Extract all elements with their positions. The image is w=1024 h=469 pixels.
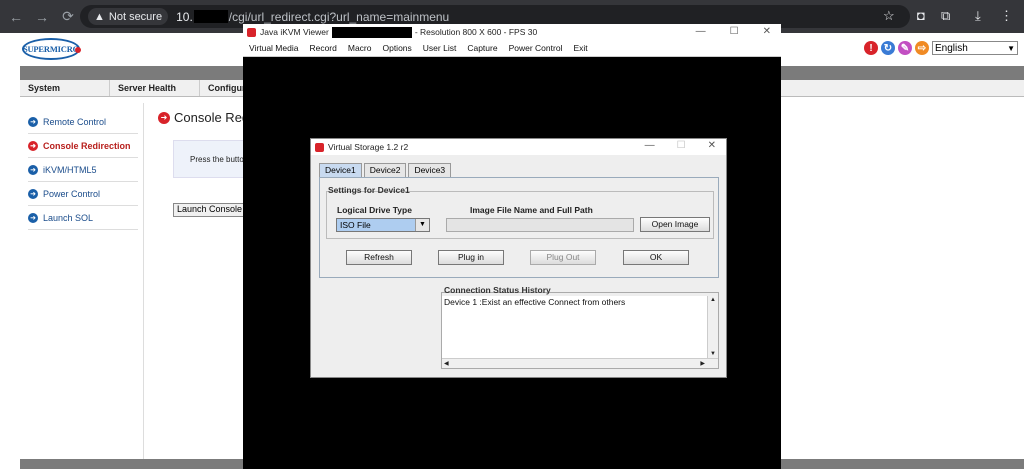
menu-virtual-media[interactable]: Virtual Media [249,43,298,53]
menu-capture[interactable]: Capture [467,43,497,53]
tab-device2[interactable]: Device2 [363,163,407,177]
history-label: Connection Status History [444,285,551,295]
scroll-right-icon[interactable]: ▶ [700,360,705,367]
sidebar-item-launch-sol[interactable]: ➜ Launch SOL [28,206,138,230]
scroll-up-icon[interactable]: ▲ [710,297,716,303]
minimize-icon[interactable]: — [696,26,706,37]
kvm-title-bar: Java iKVM Viewer - Resolution 800 X 600 … [243,24,781,40]
alert-icon[interactable]: ! [864,41,878,55]
shield-extension-icon[interactable]: ◘ [917,8,925,23]
header-actions: ! ↻ ✎ ⇨ English ▼ [864,41,1018,55]
vertical-scrollbar[interactable]: ▲ ▼ [707,296,718,358]
image-path-label: Image File Name and Full Path [470,205,593,215]
refresh-button[interactable]: Refresh [346,250,412,265]
supermicro-logo: SUPERMICRO [22,38,81,60]
arrow-right-icon: ➜ [28,164,38,175]
menu-server-health[interactable]: Server Health [110,80,200,96]
extensions-icon[interactable]: ⧉ [941,8,950,24]
history-text: Device 1 :Exist an effective Connect fro… [442,296,707,358]
sidebar-item-remote-control[interactable]: ➜ Remote Control [28,110,138,134]
url-host: 10. [176,9,193,24]
menu-options[interactable]: Options [382,43,411,53]
arrow-right-icon: ➜ [28,188,38,199]
chevron-down-icon: ▼ [415,219,429,231]
info-box: Press the button [173,140,253,178]
language-select[interactable]: English ▼ [932,41,1018,55]
java-icon [315,142,324,152]
arrow-right-icon: ➜ [158,111,170,124]
close-icon[interactable]: ✕ [708,140,716,151]
security-chip[interactable]: ▲ Not secure [88,8,169,25]
back-icon[interactable]: ← [6,9,26,25]
vs-title-bar: Virtual Storage 1.2 r2 — ☐ ✕ [311,139,726,155]
scroll-down-icon[interactable]: ▼ [710,351,716,357]
sidebar-item-power-control[interactable]: ➜ Power Control [28,182,138,206]
forward-icon[interactable]: → [32,9,52,25]
minimize-icon[interactable]: — [645,140,655,151]
maximize-icon[interactable]: ☐ [730,26,739,37]
arrow-right-icon: ➜ [28,116,38,127]
menu-icon[interactable]: ⋮ [1000,8,1013,24]
open-image-button[interactable]: Open Image [640,217,710,232]
ok-button[interactable]: OK [623,250,689,265]
redacted-block [193,10,228,23]
sidebar-item-console-redirection[interactable]: ➜ Console Redirection [28,134,138,158]
plug-in-button[interactable]: Plug in [438,250,504,265]
sidebar-item-ikvm-html5[interactable]: ➜ iKVM/HTML5 [28,158,138,182]
virtual-storage-dialog: Virtual Storage 1.2 r2 — ☐ ✕ Device1 Dev… [310,138,727,378]
drive-type-select[interactable]: ISO File ▼ [336,218,430,232]
arrow-right-icon: ➜ [28,212,38,223]
redacted-block [331,26,412,38]
settings-label: Settings for Device1 [328,185,410,195]
java-icon [247,27,256,37]
chevron-down-icon: ▼ [1007,43,1015,53]
arrow-right-icon: ➜ [28,140,38,151]
divider [143,103,144,459]
menu-exit[interactable]: Exit [573,43,587,53]
maximize-icon[interactable]: ☐ [677,140,686,151]
kvm-menu-bar: Virtual Media Record Macro Options User … [243,40,781,57]
url-path: /cgi/url_redirect.cgi?url_name=mainmenu [228,9,450,24]
menu-system[interactable]: System [20,80,110,96]
close-icon[interactable]: ✕ [763,26,771,37]
bookmark-star-icon[interactable]: ☆ [883,8,895,24]
refresh-icon[interactable]: ↻ [881,41,895,55]
menu-macro[interactable]: Macro [348,43,372,53]
horizontal-scrollbar[interactable]: ◀ ▶ [442,358,718,368]
plug-out-button[interactable]: Plug Out [530,250,596,265]
device-tabs: Device1 Device2 Device3 [319,163,453,177]
warning-icon: ▲ [94,10,105,23]
download-icon[interactable]: ⤓ [975,8,981,24]
reload-icon[interactable]: ⟳ [58,8,78,25]
launch-console-button[interactable]: Launch Console [173,203,245,217]
scroll-left-icon[interactable]: ◀ [444,360,449,367]
menu-power-control[interactable]: Power Control [509,43,563,53]
menu-user-list[interactable]: User List [423,43,457,53]
drive-type-label: Logical Drive Type [337,205,412,215]
sidebar: ➜ Remote Control ➜ Console Redirection ➜ iK… [28,110,138,230]
tab-device3[interactable]: Device3 [408,163,452,177]
tab-device1[interactable]: Device1 [319,163,362,177]
menu-record[interactable]: Record [309,43,336,53]
feather-icon[interactable]: ✎ [898,41,912,55]
security-label: Not secure [108,10,163,23]
logout-icon[interactable]: ⇨ [915,41,929,55]
device-panel: Settings for Device1 Logical Drive Type … [319,177,719,278]
image-path-field[interactable] [446,218,634,232]
page-title: ➜ Console Red [158,110,249,125]
info-text: Press the button [190,155,249,164]
